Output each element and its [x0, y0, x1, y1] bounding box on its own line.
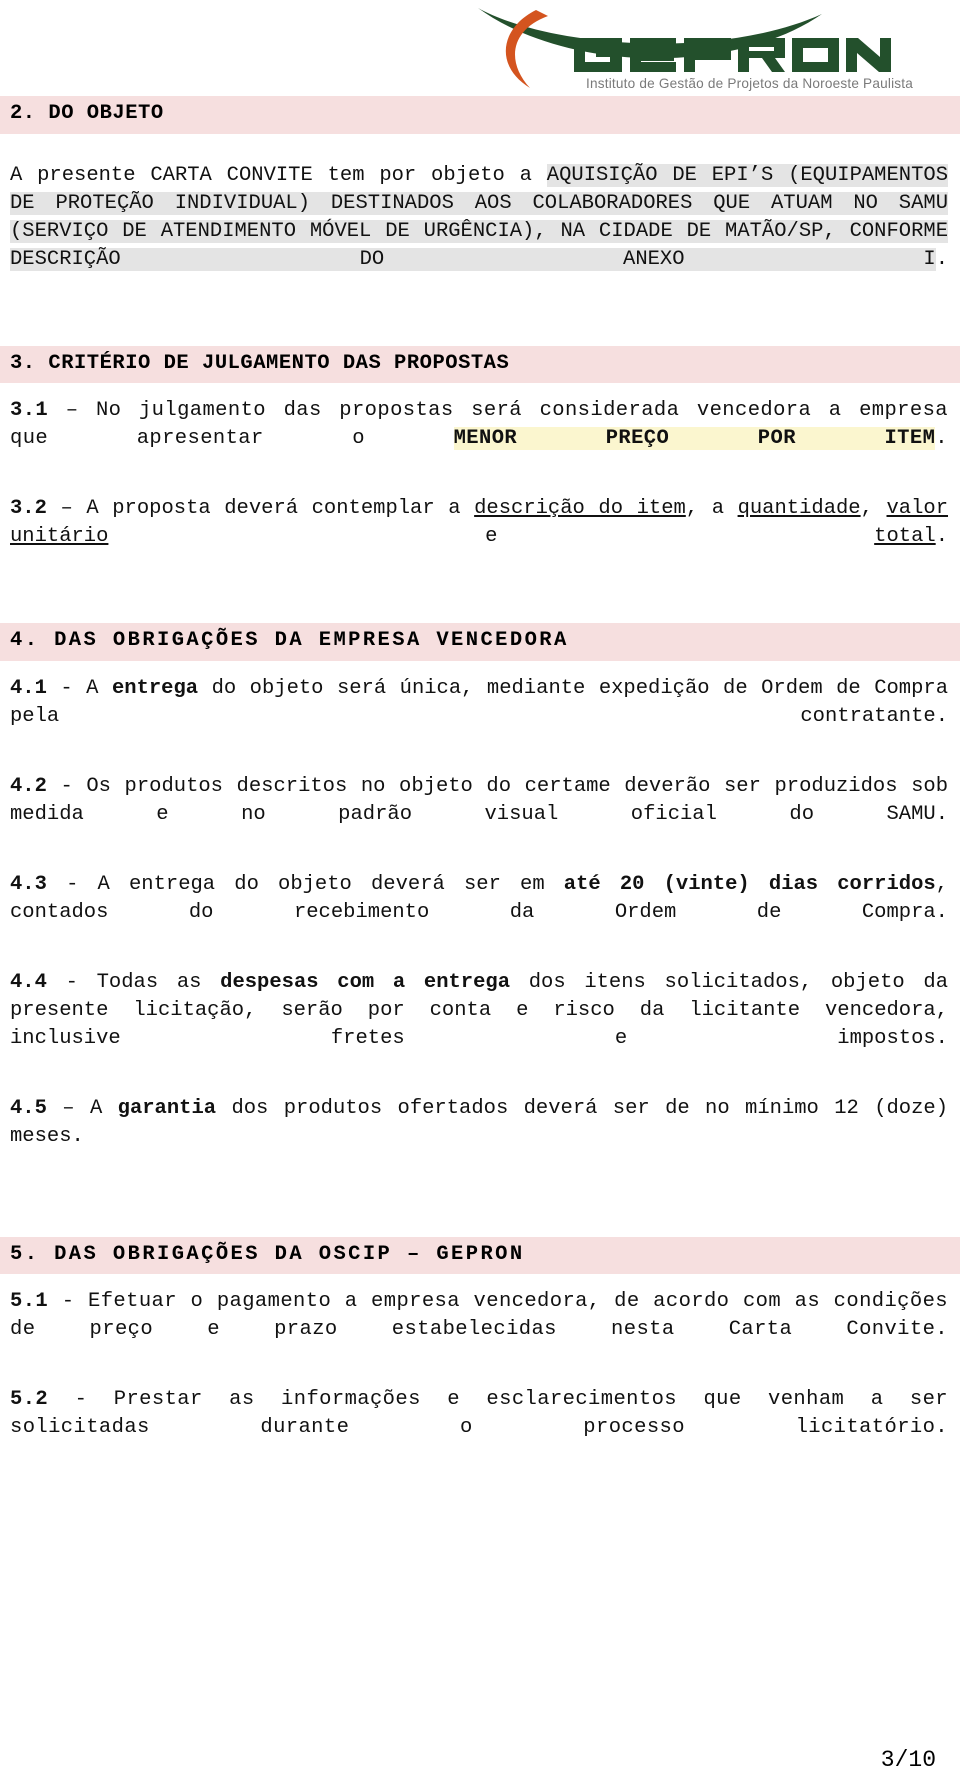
item-number: 3.2 [10, 497, 47, 520]
underlined-quantidade: quantidade [737, 497, 861, 520]
text-run: A [86, 676, 112, 700]
paragraph-4-1: 4.1 - A entrega do objeto será única, me… [10, 675, 948, 759]
text-run: . [935, 427, 948, 450]
item-number: 4.1 [10, 676, 47, 700]
section-heading-3: 3. CRITÉRIO DE JULGAMENTO DAS PROPOSTAS [0, 345, 960, 383]
text-run: . [935, 247, 948, 271]
paragraph-5-2: 5.2 - Prestar as informações e esclareci… [10, 1386, 948, 1470]
bold-despesas-entrega: despesas com a entrega [220, 970, 511, 994]
section-heading-4: 4. DAS OBRIGAÇÕES DA EMPRESA VENCEDORA [0, 623, 960, 661]
paragraph-4-4: 4.4 - Todas as despesas com a entrega do… [10, 969, 948, 1081]
text-run: - [48, 1388, 114, 1411]
text-run: – [46, 1096, 90, 1120]
gepron-logo: Instituto de Gestão de Projetos da Noroe… [470, 2, 930, 94]
text-run: – [48, 399, 96, 422]
section-heading-5: 5. DAS OBRIGAÇÕES DA OSCIP – GEPRON [0, 1236, 960, 1274]
item-number: 5.1 [10, 1290, 49, 1313]
paragraph-2-objeto: A presente CARTA CONVITE tem por objeto … [10, 162, 948, 302]
document-body: 2. DO OBJETO A presente CARTA CONVITE te… [0, 96, 960, 1470]
text-run: , a [685, 497, 738, 520]
highlight-menor-preco: MENOR PREÇO POR ITEM [453, 427, 936, 450]
document-page: Instituto de Gestão de Projetos da Noroe… [0, 0, 960, 1787]
text-run: A presente CARTA CONVITE tem por objeto … [10, 163, 547, 187]
paragraph-4-5: 4.5 – A garantia dos produtos ofertados … [10, 1095, 948, 1179]
item-number: 5.2 [10, 1388, 49, 1411]
text-run: A proposta deverá contemplar a [86, 497, 475, 520]
text-run: , [860, 497, 887, 520]
item-number: 3.1 [10, 399, 49, 422]
item-number: 4.2 [10, 774, 47, 798]
paragraph-4-2: 4.2 - Os produtos descritos no objeto do… [10, 773, 948, 857]
paragraph-3-1: 3.1 – No julgamento das propostas será c… [10, 397, 948, 481]
bold-prazo-entrega: até 20 (vinte) dias corridos [563, 872, 936, 896]
text-run: Efetuar o pagamento a empresa vencedora,… [10, 1290, 948, 1341]
paragraph-4-3: 4.3 - A entrega do objeto deverá ser em … [10, 871, 948, 955]
item-number: 4.3 [10, 872, 47, 896]
text-run: - [48, 1290, 89, 1313]
text-run: Todas as [96, 970, 221, 994]
page-number: 3/10 [880, 1747, 936, 1773]
item-number: 4.4 [10, 970, 47, 994]
text-run: - [46, 970, 97, 994]
text-run: - [46, 774, 87, 798]
text-run: . [935, 525, 948, 548]
logo-tagline: Instituto de Gestão de Projetos da Noroe… [586, 76, 913, 91]
text-run: – [46, 497, 87, 520]
text-run: - [46, 676, 87, 700]
section-heading-2: 2. DO OBJETO [0, 96, 960, 134]
text-run: Os produtos descritos no objeto do certa… [10, 774, 948, 826]
text-run: - [46, 872, 98, 896]
document-header: Instituto de Gestão de Projetos da Noroe… [0, 0, 960, 96]
underlined-descricao-do-item: descrição do item [474, 497, 686, 520]
paragraph-5-1: 5.1 - Efetuar o pagamento a empresa venc… [10, 1288, 948, 1372]
bold-entrega: entrega [111, 676, 199, 700]
paragraph-3-2: 3.2 – A proposta deverá contemplar a des… [10, 495, 948, 579]
bold-garantia: garantia [117, 1096, 217, 1120]
text-run: A entrega do objeto deverá ser em [97, 872, 564, 896]
text-run: A [89, 1096, 118, 1120]
text-run: Prestar as informações e esclarecimentos… [10, 1388, 949, 1439]
text-run: e [108, 525, 875, 548]
item-number: 4.5 [10, 1096, 47, 1120]
underlined-total: total [874, 525, 936, 548]
